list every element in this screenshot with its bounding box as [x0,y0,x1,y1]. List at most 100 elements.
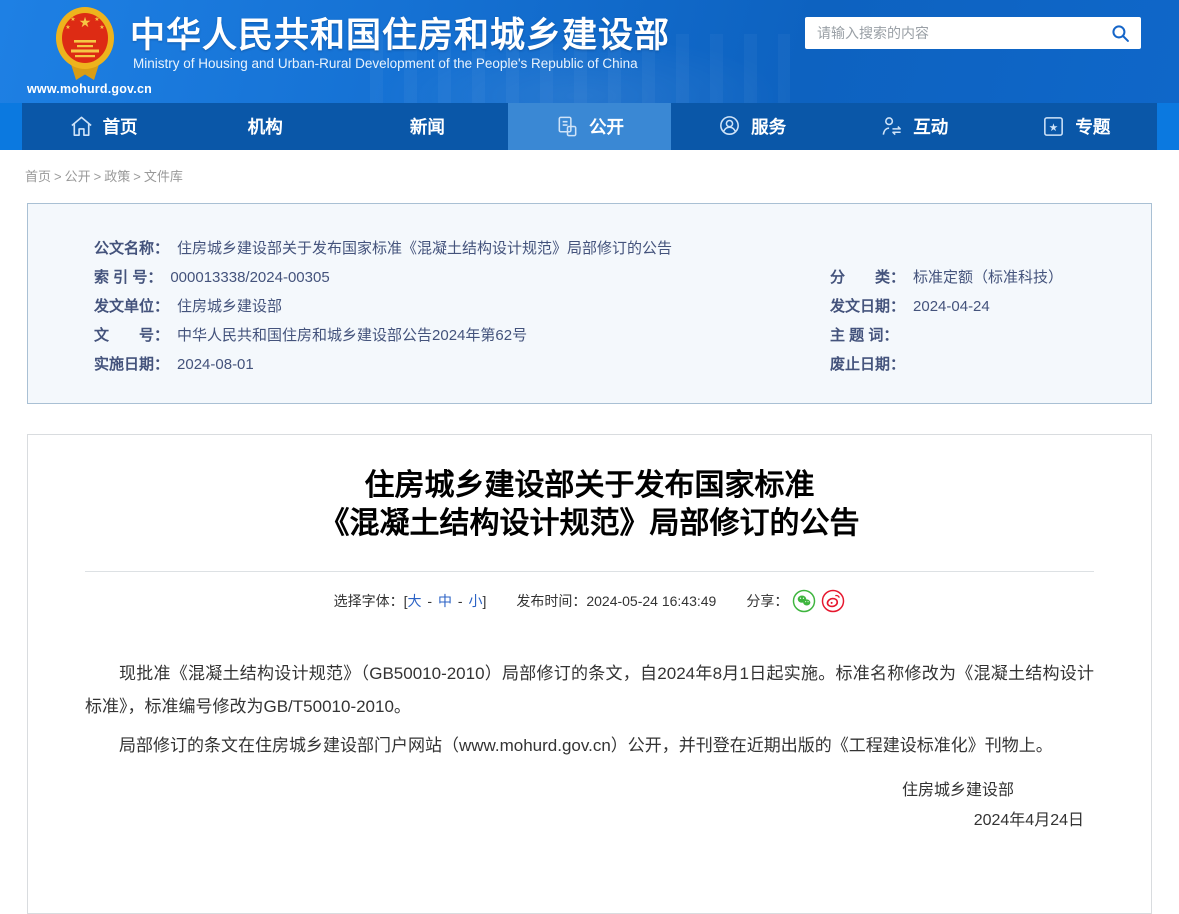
article-meta-bar: 选择字体：[大 - 中 - 小] 发布时间：2024-05-24 16:43:4… [85,589,1094,613]
doc-info-full-row: 公文名称： 住房城乡建设部关于发布国家标准《混凝土结构设计规范》局部修订的公告 [94,234,1151,263]
svg-text:★: ★ [1049,122,1058,134]
nav-item-open[interactable]: 公开 [508,103,670,150]
breadcrumb-separator: > [94,169,102,184]
doc-info-right-column: 分 类： 标准定额（标准科技） 发文日期： 2024-04-24 主 题 词：废止日期： [830,263,1151,379]
main-nav-items: 首页 机构 新闻 公开 服务 互动 ★ 专题 [22,103,1157,150]
doc-field-label: 发文单位： [94,292,169,321]
doc-field-value: 2024-08-01 [177,350,254,379]
article-title-line1: 住房城乡建设部关于发布国家标准 [365,469,815,502]
service-icon [717,114,742,139]
main-nav: 首页 机构 新闻 公开 服务 互动 ★ 专题 [0,103,1179,150]
title-divider [85,571,1094,572]
article-body: 现批准《混凝土结构设计规范》（GB50010-2010）局部修订的条文，自202… [85,657,1094,762]
doc-field-label: 主 题 词： [830,321,898,350]
doc-field-label: 公文名称： [94,234,169,263]
svg-text:★: ★ [70,16,75,23]
doc-field-label: 文 号： [94,321,169,350]
signature-block: 住房城乡建设部 2024年4月24日 [85,776,1094,836]
publish-time-value: 2024-05-24 16:43:49 [586,593,716,609]
font-size-selector: 大 - 中 - 小 [408,591,483,611]
wechat-share-icon[interactable] [792,589,816,613]
breadcrumb-item[interactable]: 政策 [104,169,130,184]
open-documents-icon [555,114,580,139]
breadcrumb-separator: > [54,169,62,184]
svg-text:★: ★ [79,14,92,30]
doc-field-value: 住房城乡建设部 [177,292,282,321]
doc-info-columns: 索 引 号： 000013338/2024-00305发文单位： 住房城乡建设部文 … [94,263,1151,379]
doc-field-label: 实施日期： [94,350,169,379]
nav-item-topics[interactable]: ★ 专题 [995,103,1157,150]
nav-item-label: 公开 [589,114,624,139]
svg-text:★: ★ [99,24,104,31]
topics-icon: ★ [1041,114,1066,139]
publish-time-label: 发布时间： [516,591,586,611]
svg-text:★: ★ [65,24,70,31]
svg-text:★: ★ [94,16,99,23]
article-box: 住房城乡建设部关于发布国家标准《混凝土结构设计规范》局部修订的公告 选择字体：[… [27,434,1152,914]
doc-field-doc-no: 文 号： 中华人民共和国住房和城乡建设部公告2024年第62号 [94,321,830,350]
font-size-option-large[interactable]: 大 [408,593,422,609]
interaction-icon [879,114,904,139]
doc-field-issue-date: 发文日期： 2024-04-24 [830,292,1151,321]
search-icon[interactable] [1099,17,1141,49]
doc-field-title: 公文名称： 住房城乡建设部关于发布国家标准《混凝土结构设计规范》局部修订的公告 [94,234,1151,263]
signature-date: 2024年4月24日 [85,806,1094,836]
site-header: ★ ★ ★ ★ ★ www.mohurd.gov.cn 中华人民共和国住房和城乡… [0,0,1179,103]
doc-field-value: 2024-04-24 [913,292,990,321]
breadcrumb-separator: > [133,169,141,184]
doc-info-box: 公文名称： 住房城乡建设部关于发布国家标准《混凝土结构设计规范》局部修订的公告 索… [27,203,1152,404]
doc-field-value: 000013338/2024-00305 [170,263,329,292]
site-title: 中华人民共和国住房和城乡建设部 [130,7,670,58]
nav-item-label: 新闻 [410,114,445,139]
site-subtitle: Ministry of Housing and Urban-Rural Deve… [133,56,638,71]
font-selector-bracket-close: ] [482,593,486,609]
doc-field-label: 废止日期： [830,350,905,379]
nav-item-label: 专题 [1075,114,1110,139]
nav-item-label: 机构 [248,114,283,139]
breadcrumb-item: 文件库 [144,169,183,184]
doc-field-abolish-date: 废止日期： [830,350,1151,379]
share-label: 分享： [746,591,788,611]
doc-field-label: 发文日期： [830,292,905,321]
doc-field-label: 索 引 号： [94,263,162,292]
breadcrumb-item[interactable]: 公开 [65,169,91,184]
doc-field-issuing-unit: 发文单位： 住房城乡建设部 [94,292,830,321]
doc-field-value: 住房城乡建设部关于发布国家标准《混凝土结构设计规范》局部修订的公告 [177,234,672,263]
nav-item-home[interactable]: 首页 [22,103,184,150]
article-title-line2: 《混凝土结构设计规范》局部修订的公告 [320,507,860,540]
article-paragraph: 现批准《混凝土结构设计规范》（GB50010-2010）局部修订的条文，自202… [85,657,1094,723]
nav-item-interaction[interactable]: 互动 [833,103,995,150]
article-title: 住房城乡建设部关于发布国家标准《混凝土结构设计规范》局部修订的公告 [85,467,1094,543]
national-emblem-icon: ★ ★ ★ ★ ★ [54,5,116,81]
site-url: www.mohurd.gov.cn [27,82,152,96]
nav-item-news[interactable]: 新闻 [346,103,508,150]
doc-field-category: 分 类： 标准定额（标准科技） [830,263,1151,292]
article-paragraph: 局部修订的条文在住房城乡建设部门户网站（www.mohurd.gov.cn）公开… [85,729,1094,762]
page: ★ ★ ★ ★ ★ www.mohurd.gov.cn 中华人民共和国住房和城乡… [0,0,1179,914]
nav-item-orgs[interactable]: 机构 [184,103,346,150]
weibo-share-icon[interactable] [821,589,845,613]
doc-field-subject-words: 主 题 词： [830,321,1151,350]
doc-field-value: 中华人民共和国住房和城乡建设部公告2024年第62号 [177,321,527,350]
search-box [805,17,1141,49]
font-size-separator: - [454,593,466,609]
signature-name: 住房城乡建设部 [85,776,1094,806]
doc-field-label: 分 类： [830,263,905,292]
nav-item-label: 互动 [913,114,948,139]
nav-item-label: 首页 [103,114,138,139]
breadcrumb-item[interactable]: 首页 [25,169,51,184]
nav-item-services[interactable]: 服务 [671,103,833,150]
search-input[interactable] [805,17,1099,49]
doc-info-left-column: 索 引 号： 000013338/2024-00305发文单位： 住房城乡建设部文 … [94,263,830,379]
doc-field-index-no: 索 引 号： 000013338/2024-00305 [94,263,830,292]
breadcrumb: 首页>公开>政策>文件库 [0,150,1179,203]
doc-field-effective-date: 实施日期： 2024-08-01 [94,350,830,379]
share-icons [792,589,845,613]
font-size-separator: - [424,593,436,609]
home-icon [69,114,94,139]
font-size-option-medium[interactable]: 中 [438,593,452,609]
font-selector-label: 选择字体： [334,591,404,611]
nav-item-label: 服务 [751,114,786,139]
doc-field-value: 标准定额（标准科技） [913,263,1063,292]
font-size-option-small[interactable]: 小 [468,593,482,609]
